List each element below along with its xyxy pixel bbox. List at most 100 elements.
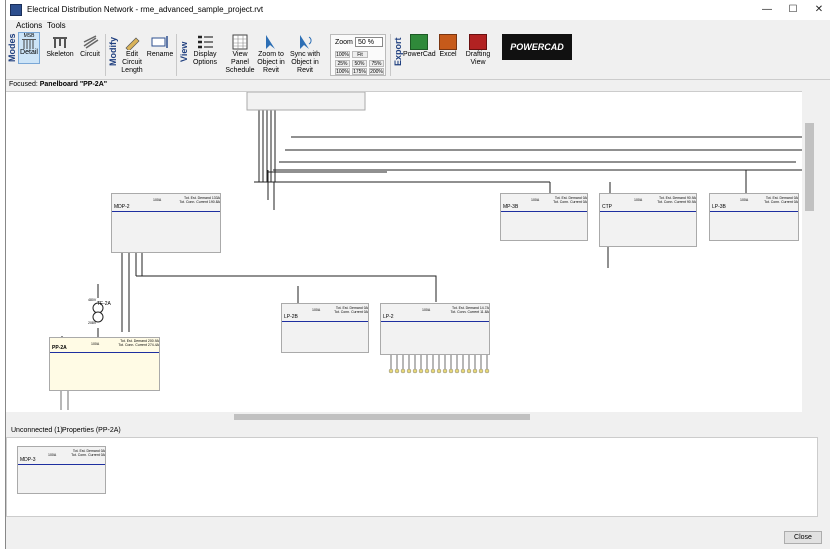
title-bar: Electrical Distribution Network - rme_ad… — [6, 0, 830, 20]
excel-export-button[interactable]: Excel — [437, 32, 459, 59]
powercad-icon — [410, 34, 428, 50]
powercad-export-button[interactable]: PowerCad — [403, 32, 436, 59]
panel-node[interactable]: MDP-3 100A Tot. Est. Demand 0A Tot. Conn.… — [17, 446, 106, 494]
separator — [176, 34, 177, 76]
vertical-scrollbar[interactable] — [802, 91, 818, 412]
powercad-logo[interactable]: POWERCAD — [502, 34, 572, 60]
panel-rating: 100A — [422, 308, 431, 312]
drafting-view-label: Drafting View — [465, 51, 491, 66]
maximize-button[interactable]: ☐ — [782, 2, 804, 18]
panel-node[interactable]: MP-3B 100A Tot. Est. Demand 0A Tot. Conn.… — [500, 193, 588, 241]
menu-actions[interactable]: Actions — [16, 21, 42, 30]
skeleton-icon — [51, 34, 69, 50]
panel-bus — [600, 211, 696, 212]
panel-node[interactable]: CTP 100A Tot. Est. Demand 90.9A Tot. Conn… — [599, 193, 697, 247]
panel-current: Tot. Conn. Current 0A — [334, 310, 368, 314]
panel-node[interactable]: MDP-2 100A Tot. Est. Demand 133A Tot. Con… — [111, 193, 221, 253]
horizontal-scrollbar[interactable] — [6, 412, 802, 422]
panel-name: MDP-2 — [114, 204, 130, 210]
minimize-button[interactable]: — — [756, 2, 778, 18]
zoom-100-button[interactable]: 100% — [335, 51, 350, 58]
panel-summary: Tot. Est. Demand 200.9A Tot. Conn. Curren… — [106, 339, 159, 347]
drafting-view-button[interactable]: Drafting View — [460, 32, 496, 67]
panel-current: Tot. Conn. Current 274.4A — [118, 343, 159, 347]
display-options-icon — [196, 34, 214, 50]
edit-circuit-length-label: Edit Circuit Length — [121, 51, 143, 74]
close-window-button[interactable]: ✕ — [808, 2, 830, 18]
menu-tools[interactable]: Tools — [47, 21, 66, 30]
view-panel-schedule-button[interactable]: View Panel Schedule — [225, 32, 255, 75]
panel-name: LP-2B — [284, 314, 298, 320]
circuit-label: Circuit — [80, 51, 100, 58]
view-panel-schedule-label: View Panel Schedule — [225, 51, 255, 74]
ribbon-toolbar: Modes MSB Detail Skeleton Circuit Modify… — [6, 32, 830, 80]
panel-node[interactable]: LP-3B 100A Tot. Est. Demand 0A Tot. Conn.… — [709, 193, 799, 241]
panel-bus — [282, 321, 368, 322]
zoom-fit-button[interactable]: Fit — [352, 51, 368, 58]
panel-summary: Tot. Est. Demand 0A Tot. Conn. Current 0A — [754, 196, 798, 204]
zoom-200-button[interactable]: 200% — [369, 68, 384, 75]
zoom-50-button[interactable]: 50% — [352, 60, 367, 67]
panel-bus — [18, 464, 105, 465]
panel-rating: 100A — [312, 308, 321, 312]
panel-name: CTP — [602, 204, 612, 210]
panel-rating: 100A — [740, 198, 749, 202]
unconnected-panel: MDP-3 100A Tot. Est. Demand 0A Tot. Conn.… — [6, 437, 818, 517]
scroll-thumb[interactable] — [234, 414, 530, 420]
rename-button[interactable]: Rename — [146, 32, 174, 59]
panel-name: LP-2 — [383, 314, 394, 320]
edit-circuit-length-button[interactable]: Edit Circuit Length — [118, 32, 146, 75]
panel-name: MDP-3 — [20, 457, 36, 463]
menu-bar: Actions Tools — [6, 20, 830, 32]
panel-node[interactable]: LP-2 100A Tot. Est. Demand 14.7A Tot. Con… — [380, 303, 490, 355]
sync-with-object-button[interactable]: Sync with Object in Revit — [288, 32, 322, 75]
panel-name: PP-2A — [52, 345, 67, 351]
focused-value: Panelboard "PP-2A" — [39, 81, 108, 88]
zoom-to-object-button[interactable]: Zoom to Object in Revit — [256, 32, 286, 75]
panel-summary: Tot. Est. Demand 0A Tot. Conn. Current 0A — [545, 196, 587, 204]
app-icon — [10, 4, 22, 16]
panel-summary: Tot. Est. Demand 14.7A Tot. Conn. Current… — [437, 306, 489, 314]
focused-indicator: Focused: Panelboard "PP-2A" — [9, 81, 107, 88]
rename-icon — [151, 34, 169, 50]
zoom-select[interactable]: 50 % — [355, 37, 383, 47]
separator — [390, 34, 391, 76]
detail-button[interactable]: MSB Detail — [18, 32, 40, 64]
zoom-25-button[interactable]: 25% — [335, 60, 350, 67]
panel-name: LP-3B — [712, 204, 726, 210]
tab-unconnected[interactable]: Unconnected (1) — [11, 427, 63, 434]
panel-current: Tot. Conn. Current 0A — [553, 200, 587, 204]
display-options-button[interactable]: Display Options — [189, 32, 221, 67]
transformer-primary: 480V — [88, 298, 97, 302]
zoom-label: Zoom — [335, 39, 353, 46]
transformer-secondary: 208V — [88, 321, 97, 325]
close-button[interactable]: Close — [784, 531, 822, 544]
circuit-button[interactable]: Circuit — [78, 32, 102, 59]
panel-current: Tot. Conn. Current 90.9A — [657, 200, 696, 204]
panel-summary: Tot. Est. Demand 90.9A Tot. Conn. Current… — [648, 196, 696, 204]
zoom-100b-button[interactable]: 100% — [335, 68, 350, 75]
tab-properties[interactable]: Properties (PP-2A) — [62, 427, 121, 434]
panel-current: Tot. Conn. Current 0A — [71, 453, 105, 457]
modify-group-label: Modify — [108, 37, 118, 66]
detail-label: Detail — [20, 49, 38, 56]
panel-rating: 100A — [91, 342, 100, 346]
drafting-view-icon — [469, 34, 487, 50]
panel-node[interactable]: LP-2B 100A Tot. Est. Demand 0A Tot. Conn.… — [281, 303, 369, 353]
diagram-canvas[interactable]: TF-2A 480V 208V MDP-2 100A Tot. Est. Dem… — [6, 91, 818, 412]
excel-icon — [439, 34, 457, 50]
panel-current: Tot. Conn. Current 0A — [764, 200, 798, 204]
view-group-label: View — [179, 41, 189, 62]
skeleton-button[interactable]: Skeleton — [42, 32, 78, 59]
panel-node-selected[interactable]: PP-2A 100A Tot. Est. Demand 200.9A Tot. C… — [49, 337, 160, 391]
export-group-label: Export — [393, 37, 403, 66]
panel-current: Tot. Conn. Current 11.8A — [450, 310, 489, 314]
zoom-175-button[interactable]: 175% — [352, 68, 367, 75]
display-options-label: Display Options — [192, 51, 218, 66]
detail-icon — [22, 39, 36, 49]
sync-with-object-label: Sync with Object in Revit — [290, 51, 320, 74]
zoom-75-button[interactable]: 75% — [369, 60, 384, 67]
panel-bus — [710, 211, 798, 212]
scroll-thumb[interactable] — [805, 123, 814, 211]
skeleton-label: Skeleton — [46, 51, 74, 58]
